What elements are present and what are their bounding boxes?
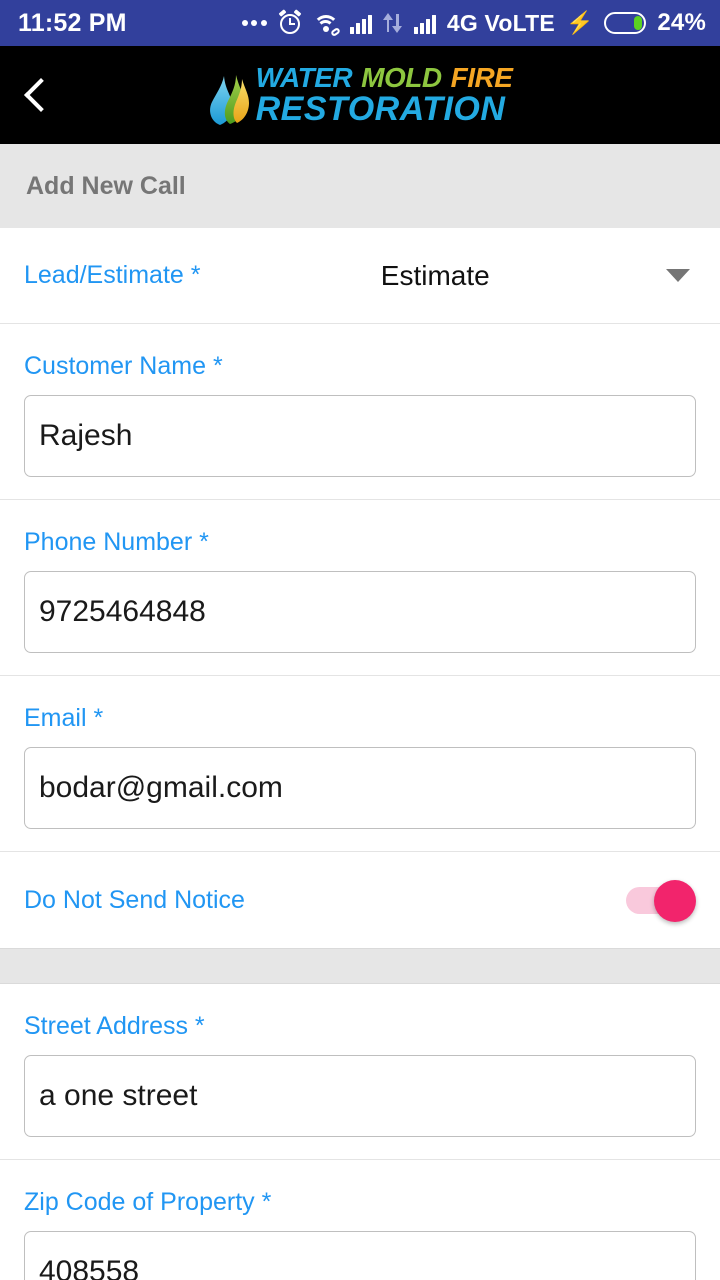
wifi-icon xyxy=(312,12,341,38)
customer-name-label: Customer Name * xyxy=(24,352,223,380)
customer-name-input[interactable] xyxy=(24,395,696,477)
chevron-down-icon[interactable] xyxy=(666,269,690,282)
battery-icon xyxy=(604,12,647,34)
email-label: Email * xyxy=(24,704,104,732)
phone-number-input[interactable] xyxy=(24,571,696,653)
logo-wordmark: WATER MOLD FIRE RESTORATION xyxy=(255,62,513,128)
flame-droplet-icon xyxy=(209,75,249,125)
lead-estimate-label: Lead/Estimate * xyxy=(24,261,201,289)
logo-word-fire: FIRE xyxy=(450,62,513,94)
do-not-send-notice-label: Do Not Send Notice xyxy=(24,885,245,914)
field-customer-name: Customer Name * xyxy=(0,324,720,500)
page-title-bar: Add New Call xyxy=(0,144,720,228)
battery-percent-label: 24% xyxy=(657,9,706,36)
field-email: Email * xyxy=(0,676,720,852)
page-title: Add New Call xyxy=(26,171,186,200)
phone-number-label: Phone Number * xyxy=(24,528,209,556)
signal-bars-icon-1 xyxy=(349,12,372,34)
street-address-input[interactable] xyxy=(24,1055,696,1137)
status-bar: 11:52 PM 4G VoLTE ⚡ 24% xyxy=(0,0,720,46)
section-divider xyxy=(0,948,720,984)
logo-word-mold: MOLD xyxy=(361,62,442,94)
app-logo: WATER MOLD FIRE RESTORATION xyxy=(0,64,720,126)
email-input[interactable] xyxy=(24,747,696,829)
signal-bars-icon-2 xyxy=(413,12,436,34)
field-zip-code: Zip Code of Property * xyxy=(0,1160,720,1280)
field-do-not-send-notice[interactable]: Do Not Send Notice xyxy=(0,852,720,948)
field-phone-number: Phone Number * xyxy=(0,500,720,676)
zip-code-input[interactable] xyxy=(24,1231,696,1280)
data-transfer-icon xyxy=(383,12,403,34)
more-dots-icon xyxy=(241,20,267,26)
add-new-call-form: Lead/Estimate * Estimate Customer Name *… xyxy=(0,228,720,1280)
status-bar-time: 11:52 PM xyxy=(18,8,127,37)
network-type-label: 4G VoLTE xyxy=(446,9,555,36)
toggle-thumb xyxy=(654,880,696,922)
alarm-icon xyxy=(278,9,302,35)
charging-bolt-icon: ⚡ xyxy=(565,10,594,35)
do-not-send-notice-toggle[interactable] xyxy=(626,880,696,922)
street-address-label: Street Address * xyxy=(24,1012,205,1040)
logo-word-restoration: RESTORATION xyxy=(255,89,506,128)
app-header: WATER MOLD FIRE RESTORATION xyxy=(0,46,720,144)
field-lead-estimate[interactable]: Lead/Estimate * Estimate xyxy=(0,228,720,324)
field-street-address: Street Address * xyxy=(0,984,720,1160)
status-bar-icons: 4G VoLTE ⚡ 24% xyxy=(241,9,706,38)
back-button[interactable] xyxy=(0,46,74,144)
zip-code-label: Zip Code of Property * xyxy=(24,1188,272,1216)
back-chevron-icon xyxy=(23,78,58,112)
logo-word-water: WATER xyxy=(255,62,353,94)
lead-estimate-value[interactable]: Estimate xyxy=(215,260,657,292)
